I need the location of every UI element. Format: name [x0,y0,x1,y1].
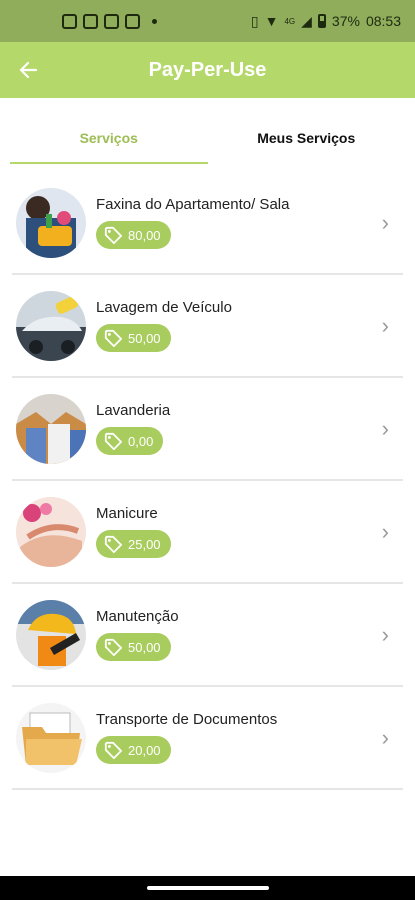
car-wash-image [16,290,86,361]
page-title: Pay-Per-Use [148,58,267,81]
price-tag-icon [104,638,122,656]
price-badge: 80,00 [96,221,171,249]
service-price: 0,00 [128,433,154,449]
clock: 08:53 [365,13,401,29]
vibrate-icon: ▯ [250,12,259,29]
back-button[interactable] [0,42,56,98]
chevron-right-icon: › [381,621,389,647]
service-item[interactable]: Faxina do Apartamento/ Sala 80,00 › [12,172,403,275]
chevron-right-icon: › [381,724,389,750]
notification-icon [83,13,98,29]
service-item[interactable]: Manutenção 50,00 › [12,584,403,687]
network-type: 4G [284,16,296,26]
notification-icon [62,13,77,29]
notification-icon [104,13,119,29]
service-name: Lavagem de Veículo [96,299,232,316]
services-list: Faxina do Apartamento/ Sala 80,00 › Lavagem… [12,172,403,790]
signal-icon: ◢ [301,12,312,29]
status-bar: ▯ ▼ 4G ◢ 37% 08:53 [0,0,415,42]
price-badge: 25,00 [96,530,171,558]
price-badge: 20,00 [96,736,171,764]
service-price: 50,00 [128,639,161,655]
chevron-right-icon: › [381,312,389,338]
service-item[interactable]: Manicure 25,00 › [12,481,403,584]
service-name: Transporte de Documentos [96,711,278,728]
chevron-right-icon: › [381,415,389,441]
folder-image [16,702,86,773]
service-name: Lavanderia [96,402,171,419]
system-nav-bar [0,876,415,900]
service-name: Faxina do Apartamento/ Sala [96,196,290,213]
tab-meus-servicos[interactable]: Meus Serviços [208,112,406,164]
service-name: Manutenção [96,608,179,625]
service-item[interactable]: Lavagem de Veículo 50,00 › [12,275,403,378]
chevron-right-icon: › [381,209,389,235]
service-price: 80,00 [128,227,161,243]
price-badge: 0,00 [96,427,164,455]
service-item[interactable]: Transporte de Documentos 20,00 › [12,687,403,790]
app-bar: Pay-Per-Use [0,42,415,98]
price-badge: 50,00 [96,324,171,352]
maintenance-image [16,599,86,670]
wifi-icon: ▼ [264,13,279,29]
price-tag-icon [104,329,122,347]
chevron-right-icon: › [381,518,389,544]
cleaning-image [16,187,86,258]
service-name: Manicure [96,505,158,522]
service-price: 25,00 [128,536,161,552]
tab-bar: Serviços Meus Serviços [10,112,405,164]
service-item[interactable]: Lavanderia 0,00 › [12,378,403,481]
price-tag-icon [104,226,122,244]
tab-servicos[interactable]: Serviços [10,112,208,164]
more-notifications-icon [152,18,157,24]
manicure-image [16,496,86,567]
service-price: 20,00 [128,742,161,758]
laundry-image [16,393,86,464]
notification-icon [125,13,140,29]
battery-level: 37% [331,13,360,29]
battery-icon [317,14,326,28]
price-tag-icon [104,741,122,759]
price-tag-icon [104,432,122,450]
price-tag-icon [104,535,122,553]
notification-icons [62,13,157,29]
service-price: 50,00 [128,330,161,346]
arrow-back-icon [19,61,37,79]
home-gesture-handle[interactable] [146,886,269,890]
price-badge: 50,00 [96,633,171,661]
